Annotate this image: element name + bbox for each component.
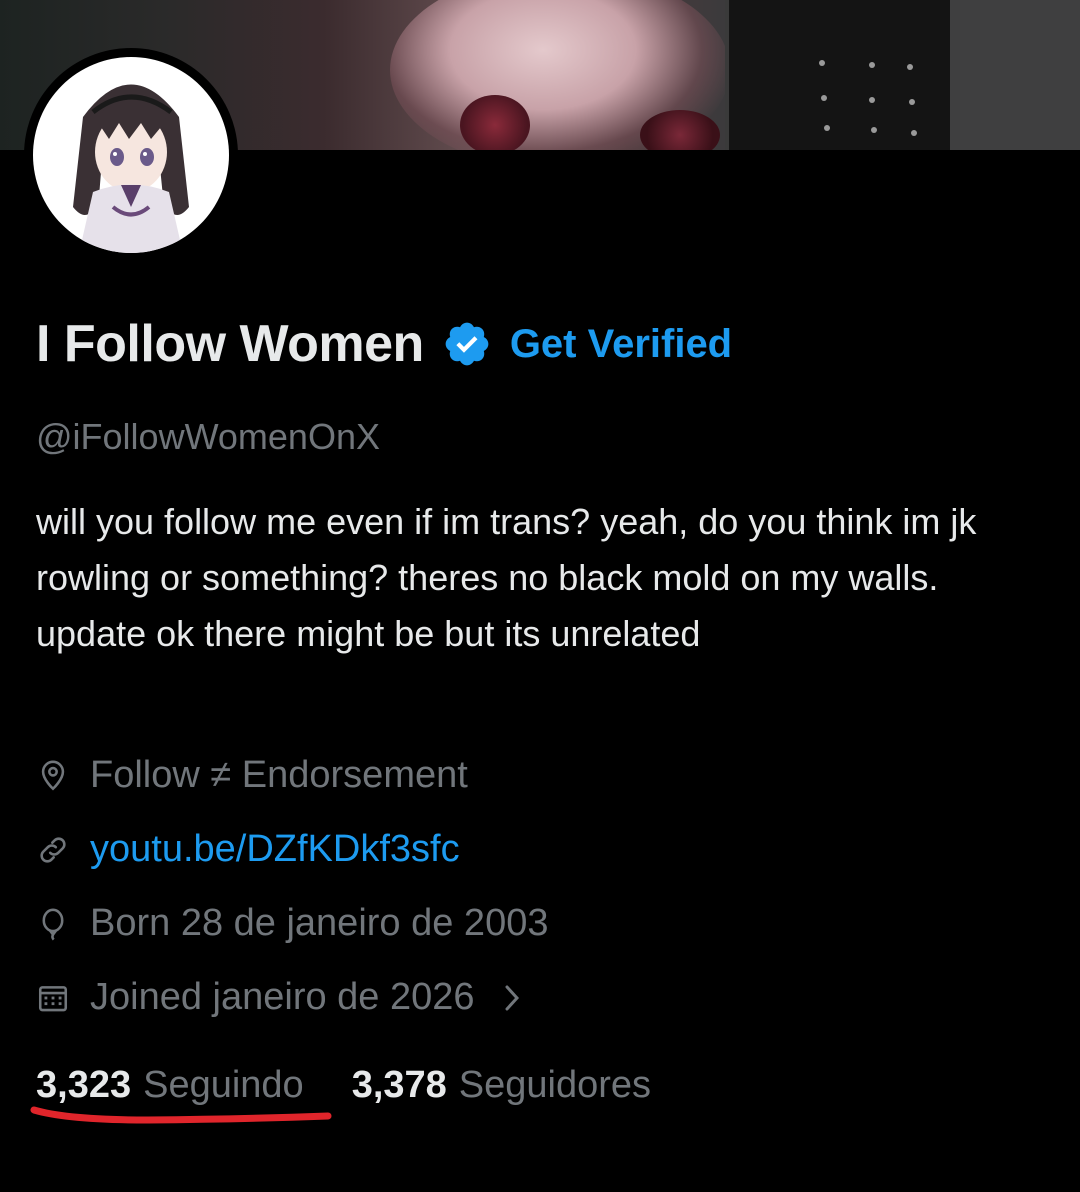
banner-device bbox=[725, 0, 954, 150]
display-name: I Follow Women bbox=[36, 315, 424, 373]
followers-count: 3,378 bbox=[351, 1064, 447, 1106]
location-text: Follow ≠ Endorsement bbox=[90, 754, 468, 796]
verified-badge-icon[interactable] bbox=[442, 319, 492, 369]
profile-website[interactable]: youtu.be/DZfKDkf3sfc bbox=[36, 828, 460, 871]
red-underline-annotation bbox=[30, 1106, 332, 1124]
birthdate-text: Born 28 de janeiro de 2003 bbox=[90, 902, 549, 944]
get-verified-link[interactable]: Get Verified bbox=[510, 322, 732, 367]
profile-bio: will you follow me even if im trans? yea… bbox=[36, 501, 977, 654]
profile-joined[interactable]: Joined janeiro de 2026 bbox=[36, 976, 523, 1019]
location-pin-icon bbox=[41, 760, 65, 790]
followers-stat[interactable]: 3,378 Seguidores bbox=[352, 1064, 651, 1107]
link-icon bbox=[40, 836, 66, 863]
balloon-icon bbox=[42, 908, 64, 940]
banner-wall bbox=[950, 0, 1080, 150]
followers-label: Seguidores bbox=[458, 1064, 652, 1106]
profile-birthdate: Born 28 de janeiro de 2003 bbox=[36, 902, 548, 945]
profile-location: Follow ≠ Endorsement bbox=[36, 754, 468, 797]
joined-text: Joined janeiro de 2026 bbox=[90, 976, 475, 1018]
profile-handle: @iFollowWomenOnX bbox=[36, 416, 380, 457]
banner-detail bbox=[460, 95, 530, 150]
avatar-image bbox=[33, 57, 229, 253]
calendar-icon bbox=[38, 985, 68, 1011]
name-row: I Follow Women Get Verified bbox=[36, 312, 732, 376]
avatar[interactable] bbox=[24, 48, 238, 262]
chevron-right-icon[interactable] bbox=[501, 983, 523, 1013]
website-link[interactable]: youtu.be/DZfKDkf3sfc bbox=[90, 828, 460, 871]
